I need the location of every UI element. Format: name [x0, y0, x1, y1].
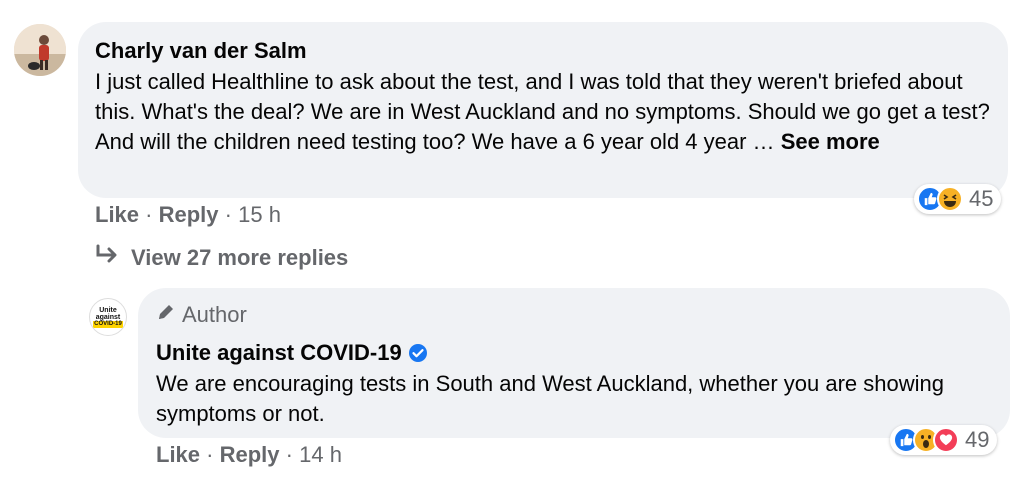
- avatar-text-line: Unite: [99, 306, 117, 314]
- reply-arrow-icon: [95, 244, 119, 271]
- reply-bubble: Author Unite against COVID-19 We are enc…: [138, 288, 1010, 438]
- comment-author-name[interactable]: Charly van der Salm: [95, 38, 307, 64]
- see-more-link[interactable]: See more: [781, 129, 880, 154]
- comment-actions: Like · Reply · 15 h: [95, 202, 281, 228]
- comment-timestamp[interactable]: 15 h: [238, 202, 281, 227]
- comment-reaction-count: 45: [969, 186, 994, 211]
- reply-actions: Like · Reply · 14 h: [156, 442, 342, 468]
- avatar-text-line: COVID-19: [93, 320, 123, 328]
- reply-timestamp[interactable]: 14 h: [299, 442, 342, 467]
- reply-reactions[interactable]: 49: [890, 425, 998, 455]
- separator: ·: [224, 202, 232, 227]
- pencil-icon: [156, 302, 176, 328]
- reply-text: We are encouraging tests in South and We…: [156, 371, 944, 426]
- author-badge-label: Author: [182, 302, 247, 327]
- unite-against-covid-avatar[interactable]: Unite against COVID-19: [89, 298, 127, 336]
- comment-bubble: Charly van der Salm I just called Health…: [78, 22, 1008, 198]
- comment-reactions[interactable]: 45: [914, 184, 1002, 214]
- reply-like-button[interactable]: Like: [156, 442, 200, 467]
- comment-text: I just called Healthline to ask about th…: [95, 67, 995, 157]
- separator: ·: [145, 202, 153, 227]
- comment-reply-button[interactable]: Reply: [159, 202, 219, 227]
- separator: ·: [285, 442, 293, 467]
- comment-like-button[interactable]: Like: [95, 202, 139, 227]
- haha-icon: [937, 186, 963, 212]
- reply-reaction-count: 49: [965, 427, 990, 452]
- reply-reply-button[interactable]: Reply: [220, 442, 280, 467]
- reply-author-row: Unite against COVID-19: [156, 340, 428, 366]
- separator: ·: [206, 442, 214, 467]
- view-more-replies-link[interactable]: View 27 more replies: [95, 244, 348, 271]
- previous-comment-fragment: [96, 0, 216, 2]
- author-badge: Author: [156, 302, 247, 328]
- verified-badge-icon: [408, 343, 428, 363]
- commenter-avatar[interactable]: [14, 24, 66, 76]
- view-more-replies-label: View 27 more replies: [131, 244, 349, 270]
- love-icon: [933, 427, 959, 453]
- reply-author-name[interactable]: Unite against COVID-19: [156, 340, 402, 366]
- avatar-text-line: against: [95, 313, 121, 321]
